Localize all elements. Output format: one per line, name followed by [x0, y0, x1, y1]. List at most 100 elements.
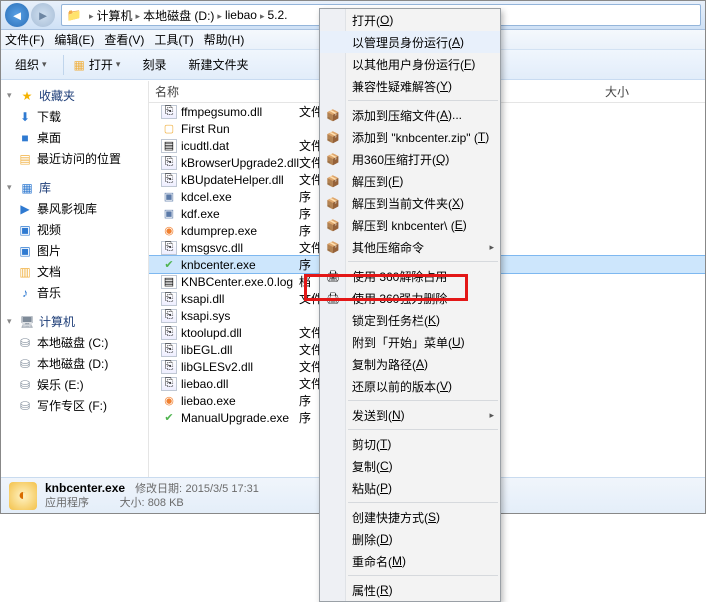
burn-button[interactable]: 刻录: [134, 53, 174, 76]
file-name: ksapi.dll: [181, 292, 224, 306]
menu-icon: 📦: [324, 216, 342, 234]
picture-icon: ▣: [17, 244, 33, 258]
file-icon: ⎘: [161, 156, 177, 170]
file-icon: ✔: [161, 411, 177, 425]
menu-icon: 📦: [324, 150, 342, 168]
sidebar-item-recent[interactable]: ▤最近访问的位置: [1, 148, 148, 169]
file-name: liebao.exe: [181, 394, 236, 408]
context-menu-item[interactable]: 📦添加到压缩文件(A)...: [320, 104, 500, 126]
context-menu-item[interactable]: 📦解压到当前文件夹(X): [320, 192, 500, 214]
music-icon: ♪: [17, 286, 33, 300]
file-name: kmsgsvc.dll: [181, 241, 243, 255]
sidebar-item-desktop[interactable]: ■桌面: [1, 127, 148, 148]
file-name: kdumprep.exe: [181, 224, 257, 238]
file-name: First Run: [181, 122, 230, 136]
sidebar-favorites[interactable]: ★收藏夹: [1, 85, 148, 106]
desktop-icon: ■: [17, 131, 33, 145]
open-button[interactable]: ▦ 打开: [66, 53, 129, 76]
menu-file[interactable]: 文件(F): [5, 31, 44, 48]
disk-icon: ⛁: [17, 336, 33, 350]
context-menu-item[interactable]: 📦解压到(F): [320, 170, 500, 192]
context-menu-item[interactable]: 锁定到任务栏(K): [320, 309, 500, 331]
context-menu-item[interactable]: 🖨使用 360解除占用: [320, 265, 500, 287]
folder-icon: 📁: [66, 7, 82, 23]
file-name: ManualUpgrade.exe: [181, 411, 289, 425]
file-name: ffmpegsumo.dll: [181, 105, 262, 119]
back-button[interactable]: ◄: [5, 3, 29, 27]
file-name: liebao.dll: [181, 377, 228, 391]
context-menu-item[interactable]: 📦解压到 knbcenter\ (E): [320, 214, 500, 236]
file-name: knbcenter.exe: [181, 258, 256, 272]
sidebar-item-disk-e[interactable]: ⛁娱乐 (E:): [1, 374, 148, 395]
context-menu-item[interactable]: 以其他用户身份运行(F): [320, 53, 500, 75]
file-name: kBUpdateHelper.dll: [181, 173, 284, 187]
context-menu-item[interactable]: 📦添加到 "knbcenter.zip" (T): [320, 126, 500, 148]
context-menu-item[interactable]: 属性(R): [320, 579, 500, 601]
sidebar-item-disk-c[interactable]: ⛁本地磁盘 (C:): [1, 332, 148, 353]
sidebar-computer[interactable]: 🖥计算机: [1, 311, 148, 332]
menu-icon: 🖨: [324, 289, 342, 307]
context-menu-item[interactable]: 粘贴(P): [320, 477, 500, 499]
explorer-window: ◄ ► 📁 计算机 本地磁盘 (D:) liebao 5.2. 文件(F) 编辑…: [0, 0, 706, 514]
sidebar-item-videos[interactable]: ▣视频: [1, 219, 148, 240]
sidebar-item-baofeng[interactable]: ▶暴风影视库: [1, 198, 148, 219]
sidebar-item-disk-f[interactable]: ⛁写作专区 (F:): [1, 395, 148, 416]
context-menu-item[interactable]: 还原以前的版本(V): [320, 375, 500, 397]
file-name: kdf.exe: [181, 207, 220, 221]
breadcrumb[interactable]: 5.2.: [268, 8, 288, 22]
file-icon: ⎘: [161, 343, 177, 357]
context-menu-item[interactable]: 重命名(M): [320, 550, 500, 572]
file-name: KNBCenter.exe.0.log: [181, 275, 293, 289]
sidebar-item-documents[interactable]: ▥文档: [1, 261, 148, 282]
context-menu-item[interactable]: 以管理员身份运行(A): [320, 31, 500, 53]
video-icon: ▣: [17, 223, 33, 237]
menu-icon: 📦: [324, 194, 342, 212]
app-icon: ◐: [9, 482, 37, 510]
context-menu-item[interactable]: 删除(D): [320, 528, 500, 550]
menu-icon: 📦: [324, 106, 342, 124]
disk-icon: ⛁: [17, 399, 33, 413]
breadcrumb[interactable]: 本地磁盘 (D:): [143, 7, 214, 24]
recent-icon: ▤: [17, 152, 33, 166]
file-icon: ⎘: [161, 241, 177, 255]
file-icon: ⎘: [161, 292, 177, 306]
computer-icon: 🖥: [19, 315, 35, 329]
star-icon: ★: [19, 89, 35, 103]
file-name: kdcel.exe: [181, 190, 232, 204]
context-menu-item[interactable]: 复制为路径(A): [320, 353, 500, 375]
file-name: ktoolupd.dll: [181, 326, 242, 340]
file-icon: ▢: [161, 122, 177, 136]
menu-edit[interactable]: 编辑(E): [54, 31, 94, 48]
organize-button[interactable]: 组织: [7, 53, 55, 76]
context-menu-item[interactable]: 附到「开始」菜单(U): [320, 331, 500, 353]
sidebar-item-disk-d[interactable]: ⛁本地磁盘 (D:): [1, 353, 148, 374]
menu-help[interactable]: 帮助(H): [204, 31, 245, 48]
file-icon: ◉: [161, 224, 177, 238]
menu-tools[interactable]: 工具(T): [154, 31, 193, 48]
menu-view[interactable]: 查看(V): [104, 31, 144, 48]
folder-icon: ▦: [74, 58, 85, 72]
context-menu-item[interactable]: 📦用360压缩打开(Q): [320, 148, 500, 170]
file-icon: ⎘: [161, 173, 177, 187]
col-size[interactable]: 大小: [549, 83, 639, 100]
context-menu-item[interactable]: 打开(O): [320, 9, 500, 31]
breadcrumb[interactable]: liebao: [225, 8, 257, 22]
sidebar-item-pictures[interactable]: ▣图片: [1, 240, 148, 261]
sidebar-item-downloads[interactable]: ⬇下载: [1, 106, 148, 127]
forward-button[interactable]: ►: [31, 3, 55, 27]
file-name: kBrowserUpgrade2.dll: [181, 156, 299, 170]
context-menu-item[interactable]: 📦其他压缩命令: [320, 236, 500, 258]
context-menu-item[interactable]: 复制(C): [320, 455, 500, 477]
context-menu-item[interactable]: 剪切(T): [320, 433, 500, 455]
breadcrumb[interactable]: 计算机: [97, 7, 133, 24]
context-menu-item[interactable]: 兼容性疑难解答(Y): [320, 75, 500, 97]
newfolder-button[interactable]: 新建文件夹: [180, 53, 256, 76]
context-menu-item[interactable]: 发送到(N): [320, 404, 500, 426]
context-menu-item[interactable]: 🖨使用 360强力删除: [320, 287, 500, 309]
file-name: icudtl.dat: [181, 139, 229, 153]
sidebar-libraries[interactable]: ▦库: [1, 177, 148, 198]
disk-icon: ⛁: [17, 357, 33, 371]
file-icon: ⎘: [161, 326, 177, 340]
context-menu-item[interactable]: 创建快捷方式(S): [320, 506, 500, 528]
sidebar-item-music[interactable]: ♪音乐: [1, 282, 148, 303]
